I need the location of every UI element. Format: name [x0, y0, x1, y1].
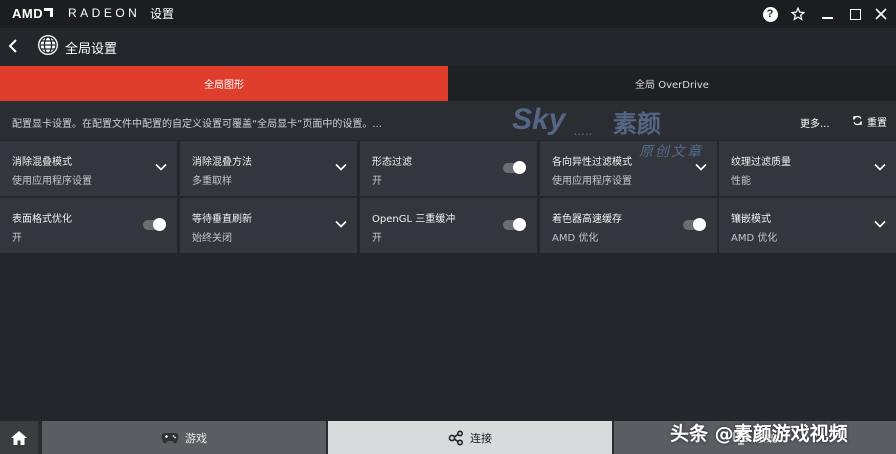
- toggle-switch[interactable]: [503, 161, 526, 174]
- setting-wait-for-vertical-refresh[interactable]: 等待垂直刷新 始终关闭: [180, 198, 357, 253]
- setting-antialiasing-method[interactable]: 消除混叠方法 多重取样: [180, 141, 357, 196]
- reset-icon: [852, 115, 863, 129]
- setting-label: 表面格式优化: [12, 214, 72, 225]
- setting-label: 着色器高速缓存: [552, 214, 622, 225]
- setting-value: 开: [12, 233, 22, 244]
- toggle-switch[interactable]: [503, 218, 526, 231]
- more-link[interactable]: 更多...: [800, 115, 830, 130]
- setting-anisotropic-filtering-mode[interactable]: 各向异性过滤模式 使用应用程序设置: [540, 141, 717, 196]
- setting-label: OpenGL 三重缓冲: [372, 214, 456, 225]
- setting-value: 多重取样: [192, 176, 232, 187]
- setting-value: 开: [372, 176, 382, 187]
- reset-button[interactable]: 重置: [852, 114, 887, 129]
- tab-global-graphics[interactable]: 全局图形: [0, 66, 448, 101]
- setting-value: AMD 优化: [552, 233, 599, 244]
- back-arrow-icon[interactable]: [6, 37, 22, 55]
- setting-shader-cache[interactable]: 着色器高速缓存 AMD 优化: [540, 198, 717, 253]
- info-bar: 配置显卡设置。在配置文件中配置的自定义设置可覆盖“全局显卡”页面中的设置。...…: [0, 101, 896, 140]
- app-title: 设置: [150, 7, 175, 21]
- chevron-down-icon[interactable]: [874, 218, 886, 230]
- setting-label: 镶嵌模式: [731, 214, 771, 225]
- setting-value: 使用应用程序设置: [552, 176, 632, 187]
- setting-value: AMD 优化: [731, 233, 778, 244]
- setting-value: 使用应用程序设置: [12, 176, 92, 187]
- setting-opengl-triple-buffering[interactable]: OpenGL 三重缓冲 开: [360, 198, 537, 253]
- setting-tessellation-mode[interactable]: 镶嵌模式 AMD 优化: [719, 198, 896, 253]
- setting-label: 等待垂直刷新: [192, 214, 252, 225]
- connect-button[interactable]: 连接: [328, 421, 612, 454]
- setting-antialiasing-mode[interactable]: 消除混叠模式 使用应用程序设置: [0, 141, 177, 196]
- amd-logo: AMD: [12, 6, 54, 21]
- setting-value: 始终关闭: [192, 233, 232, 244]
- chevron-down-icon[interactable]: [695, 161, 707, 173]
- connect-icon: [448, 429, 464, 446]
- home-button[interactable]: [0, 421, 38, 454]
- games-button[interactable]: 游戏: [42, 421, 326, 454]
- nav-bar: 全局设置: [0, 28, 896, 66]
- setting-label: 纹理过滤质量: [731, 157, 791, 168]
- title-bar: AMD RADEON 设置 ?: [0, 0, 896, 28]
- setting-label: 消除混叠方法: [192, 157, 252, 168]
- chevron-down-icon[interactable]: [155, 161, 167, 173]
- reset-label: 重置: [867, 118, 887, 129]
- home-icon: [11, 430, 27, 445]
- setting-label: 各向异性过滤模式: [552, 157, 632, 168]
- setting-morphological-filtering[interactable]: 形态过滤 开: [360, 141, 537, 196]
- chevron-down-icon[interactable]: [335, 161, 347, 173]
- tab-bar: 全局图形 全局 OverDrive: [0, 66, 896, 101]
- radeon-logo: RADEON: [68, 6, 141, 20]
- close-icon[interactable]: [872, 5, 890, 23]
- minimize-icon[interactable]: [818, 5, 836, 23]
- info-description: 配置显卡设置。在配置文件中配置的自定义设置可覆盖“全局显卡”页面中的设置。...: [12, 119, 382, 130]
- maximize-icon[interactable]: [846, 5, 864, 23]
- setting-label: 形态过滤: [372, 157, 412, 168]
- toggle-switch[interactable]: [683, 218, 706, 231]
- gamepad-icon: [161, 432, 179, 443]
- globe-icon: [37, 34, 59, 56]
- toggle-switch[interactable]: [143, 218, 166, 231]
- settings-grid: 消除混叠模式 使用应用程序设置 消除混叠方法 多重取样 形态过滤 开 各向异性过…: [0, 141, 896, 253]
- page-title: 全局设置: [65, 42, 118, 57]
- setting-value: 性能: [731, 176, 751, 187]
- setting-texture-filtering-quality[interactable]: 纹理过滤质量 性能: [719, 141, 896, 196]
- setting-surface-format-optimization[interactable]: 表面格式优化 开: [0, 198, 177, 253]
- setting-value: 开: [372, 233, 382, 244]
- help-icon[interactable]: ?: [761, 5, 779, 23]
- setting-label: 消除混叠模式: [12, 157, 72, 168]
- overlay-watermark: 头条 @素颜游戏视频: [670, 423, 848, 445]
- games-label: 游戏: [185, 431, 207, 445]
- tab-global-overdrive[interactable]: 全局 OverDrive: [448, 66, 896, 101]
- chevron-down-icon[interactable]: [874, 161, 886, 173]
- star-icon[interactable]: [789, 5, 807, 23]
- connect-label: 连接: [470, 431, 492, 445]
- chevron-down-icon[interactable]: [335, 218, 347, 230]
